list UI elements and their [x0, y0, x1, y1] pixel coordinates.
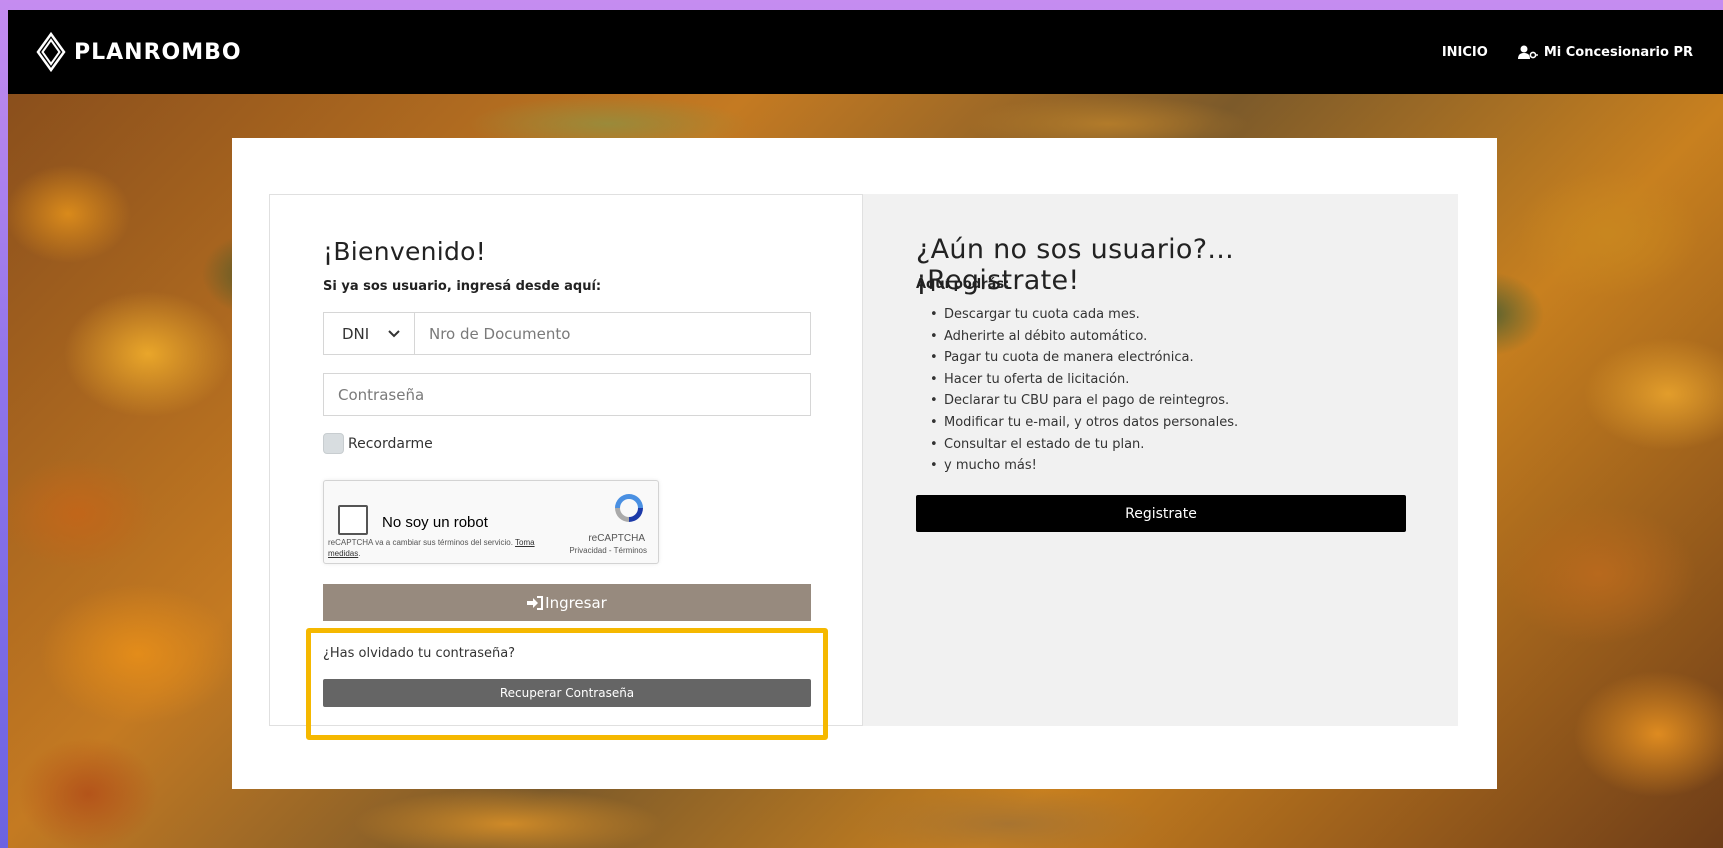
doc-type-select[interactable]: DNI [324, 313, 415, 354]
checkbox-box[interactable] [323, 433, 344, 454]
recaptcha-notice-text: reCAPTCHA va a cambiar sus términos del … [328, 538, 513, 547]
login-submit-label: Ingresar [545, 593, 607, 612]
forgot-password-text: ¿Has olvidado tu contraseña? [323, 646, 516, 661]
doc-type-value: DNI [342, 324, 370, 343]
rhombus-logo-icon [36, 32, 66, 72]
top-nav: INICIO Mi Concesionario PR [1442, 45, 1693, 60]
remember-me-checkbox[interactable]: Recordarme [323, 433, 433, 454]
login-card: ¡Bienvenido! Si ya sos usuario, ingresá … [232, 138, 1497, 789]
recaptcha-brand: reCAPTCHA [588, 533, 645, 544]
password-input[interactable] [323, 373, 811, 416]
register-subtitle: Aquí podrás: [916, 277, 1010, 292]
recover-password-button[interactable]: Recuperar Contraseña [323, 679, 811, 707]
recaptcha-privacy-terms-link[interactable]: Privacidad - Términos [569, 546, 647, 555]
login-subtitle: Si ya sos usuario, ingresá desde aquí: [323, 279, 602, 294]
recaptcha-notice: reCAPTCHA va a cambiar sus términos del … [328, 538, 535, 558]
recaptcha-checkbox[interactable] [338, 505, 368, 535]
register-button[interactable]: Registrate [916, 495, 1406, 532]
login-panel: ¡Bienvenido! Si ya sos usuario, ingresá … [269, 194, 863, 740]
brand-name: PLANROMBO [74, 39, 242, 65]
nav-home-link[interactable]: INICIO [1442, 45, 1488, 60]
nav-dealer-label: Mi Concesionario PR [1543, 44, 1693, 60]
recaptcha-widget: No soy un robot reCAPTCHA va a cambiar s… [323, 480, 659, 564]
remember-me-label: Recordarme [348, 435, 433, 452]
sign-in-icon [527, 595, 544, 610]
list-item: Hacer tu oferta de licitación. [916, 369, 1238, 391]
register-panel: ¿Aún no sos usuario?... ¡Registrate! Aqu… [863, 194, 1458, 726]
document-row: DNI [323, 312, 811, 355]
list-item: Consultar el estado de tu plan. [916, 434, 1238, 456]
register-benefits-list: Descargar tu cuota cada mes. Adherirte a… [916, 304, 1238, 477]
top-navbar: PLANROMBO INICIO Mi Concesionario PR [8, 10, 1723, 94]
list-item: Pagar tu cuota de manera electrónica. [916, 347, 1238, 369]
list-item: y mucho más! [916, 455, 1238, 477]
list-item: Adherirte al débito automático. [916, 326, 1238, 348]
login-submit-button[interactable]: Ingresar [323, 584, 811, 621]
recaptcha-label: No soy un robot [382, 514, 488, 531]
nav-dealer-link[interactable]: Mi Concesionario PR [1517, 44, 1693, 60]
recaptcha-logo-icon [615, 494, 643, 522]
user-key-icon [1517, 45, 1538, 59]
chevron-down-icon [388, 329, 400, 337]
brand-logo[interactable]: PLANROMBO [36, 32, 242, 72]
login-title: ¡Bienvenido! [323, 237, 487, 266]
app-screen: PLANROMBO INICIO Mi Concesionario PR ¡Bi… [8, 10, 1723, 848]
list-item: Declarar tu CBU para el pago de reintegr… [916, 390, 1238, 412]
document-number-input[interactable] [415, 313, 810, 354]
list-item: Modificar tu e-mail, y otros datos perso… [916, 412, 1238, 434]
list-item: Descargar tu cuota cada mes. [916, 304, 1238, 326]
